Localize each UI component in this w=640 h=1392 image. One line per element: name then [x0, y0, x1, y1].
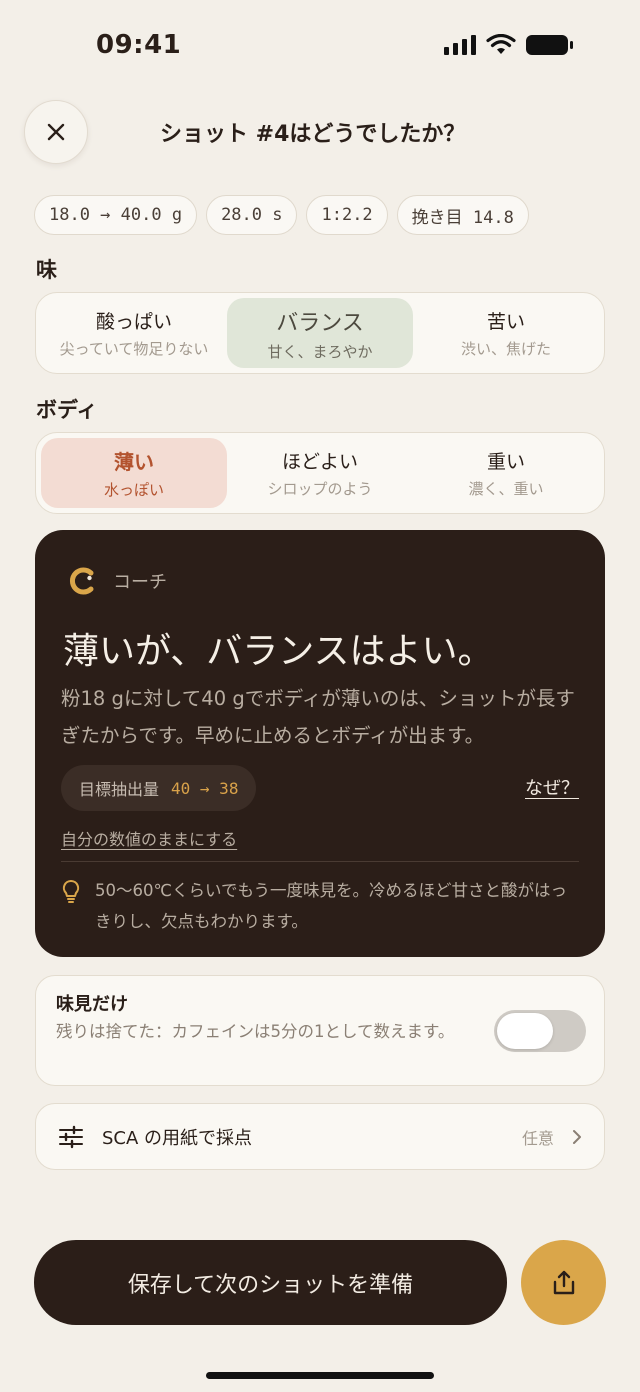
option-label: 酸っぱい: [95, 311, 172, 333]
lightbulb-icon: [62, 879, 80, 903]
status-time: 09:41: [96, 30, 182, 60]
option-label: 重い: [486, 451, 525, 473]
divider: [61, 861, 579, 862]
taste-only-title: 味見だけ: [56, 994, 128, 1015]
coach-message: 粉18 gに対して40 gでボディが薄いのは、ショットが長すぎたからです。早めに…: [61, 687, 575, 747]
share-icon: [553, 1270, 574, 1294]
body-option-medium[interactable]: ほどよい シロップのよう: [227, 438, 413, 508]
signal-icon: [444, 35, 476, 55]
body-option-thin[interactable]: 薄い 水っぽい: [41, 438, 227, 508]
taste-label: 味: [36, 258, 57, 282]
body-label: ボディ: [36, 398, 98, 422]
option-label: 薄い: [114, 450, 154, 474]
target-yield-pill[interactable]: 目標抽出量 40 → 38: [61, 765, 257, 811]
option-label: バランス: [276, 310, 364, 336]
chevron-right-icon: [573, 1129, 581, 1144]
stat-chip-dose-yield: 18.0 → 40.0 g: [34, 195, 198, 235]
taste-option-sour[interactable]: 酸っぱい 尖っていて物足りない: [41, 298, 227, 368]
taste-only-card: 味見だけ 残りは捨てた：カフェインは5分の1として数えます。: [35, 975, 605, 1086]
coach-logo-icon: [70, 567, 94, 595]
sca-scoring-row[interactable]: SCA の用紙で採点 任意: [35, 1103, 605, 1170]
coach-title: 薄いが、バランスはよい。: [63, 631, 494, 672]
stat-chip-time: 28.0 s: [206, 195, 298, 235]
why-link[interactable]: なぜ？: [525, 774, 579, 800]
share-button[interactable]: [521, 1240, 606, 1325]
stat-chip-grind: 挽き目 14.8: [396, 195, 529, 235]
option-sublabel: シロップのよう: [267, 480, 373, 498]
sca-label: SCA の用紙で採点: [102, 1127, 253, 1149]
shot-stats: 18.0 → 40.0 g 28.0 s 1:2.2 挽き目 14.8: [34, 195, 529, 235]
sca-optional-label: 任意: [521, 1128, 554, 1148]
wifi-icon: [486, 34, 516, 54]
option-sublabel: 尖っていて物足りない: [59, 340, 209, 358]
target-yield-value: 40 → 38: [171, 778, 239, 798]
option-label: 苦い: [486, 311, 525, 333]
taste-only-toggle[interactable]: [494, 1010, 586, 1052]
body-selector: 薄い 水っぽい ほどよい シロップのよう 重い 濃く、重い: [35, 432, 605, 514]
sliders-icon: [59, 1125, 83, 1148]
taste-option-bitter[interactable]: 苦い 渋い、焦げた: [413, 298, 599, 368]
taste-selector: 酸っぱい 尖っていて物足りない バランス 甘く、まろやか 苦い 渋い、焦げた: [35, 292, 605, 374]
option-label: ほどよい: [281, 451, 358, 473]
target-yield-label: 目標抽出量: [79, 780, 160, 799]
coach-header: コーチ: [69, 566, 167, 596]
body-option-heavy[interactable]: 重い 濃く、重い: [413, 438, 599, 508]
coach-tip: 50〜60℃くらいでもう一度味見を。冷めるほど甘さと酸がはっきりし、欠点もわかり…: [61, 875, 581, 937]
save-and-prepare-next-button[interactable]: 保存して次のショットを準備: [34, 1240, 507, 1325]
coach-card: コーチ 薄いが、バランスはよい。 粉18 gに対して40 gでボディが薄いのは、…: [35, 530, 605, 957]
toggle-knob: [497, 1013, 553, 1049]
option-sublabel: 渋い、焦げた: [460, 340, 551, 358]
taste-only-description: 残りは捨てた：カフェインは5分の1として数えます。: [56, 1022, 455, 1041]
tip-text: 50〜60℃くらいでもう一度味見を。冷めるほど甘さと酸がはっきりし、欠点もわかり…: [95, 881, 568, 931]
option-sublabel: 濃く、重い: [468, 480, 544, 498]
page-title: ショット #4はどうでしたか？: [160, 122, 466, 147]
close-icon: [47, 123, 65, 141]
stat-chip-ratio: 1:2.2: [306, 195, 388, 235]
close-button[interactable]: [24, 100, 88, 164]
home-indicator: [206, 1372, 434, 1379]
coach-label: コーチ: [113, 572, 167, 593]
battery-icon: [526, 35, 573, 55]
keep-my-values-link[interactable]: 自分の数値のままにする: [61, 826, 237, 850]
option-sublabel: 甘く、まろやか: [267, 342, 373, 361]
header: ショット #4はどうでしたか？: [0, 100, 640, 164]
status-icons: [444, 34, 574, 56]
taste-option-balanced[interactable]: バランス 甘く、まろやか: [227, 298, 413, 368]
option-sublabel: 水っぽい: [103, 481, 164, 499]
status-bar: 09:41: [0, 0, 640, 90]
